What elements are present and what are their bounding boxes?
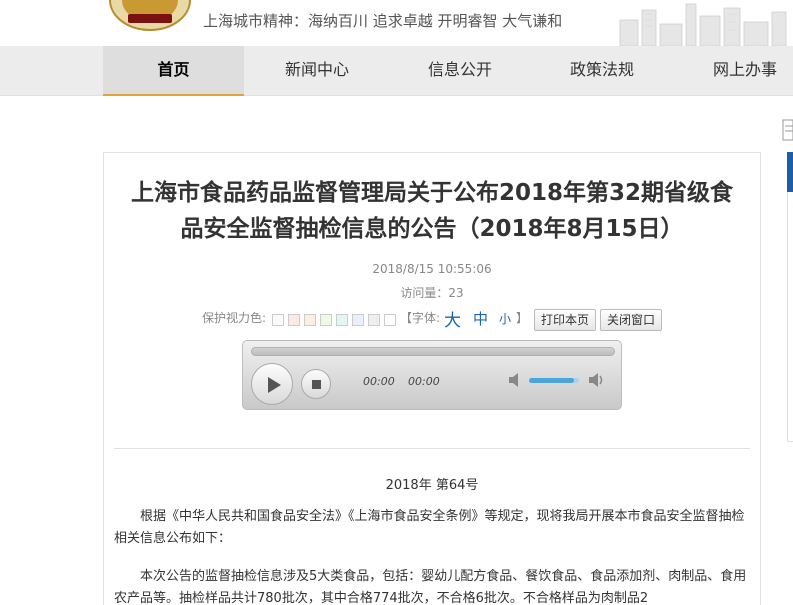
visit-count: 访问量：23 [400,286,464,300]
play-icon [268,377,281,393]
duration-time: 00:00 [408,375,440,388]
emblem-logo-icon [109,0,191,31]
eye-care-swatch[interactable] [368,314,380,326]
publish-datetime: 2018/8/15 10:55:06 [372,262,492,276]
close-window-button[interactable]: 关闭窗口 [600,309,663,331]
audio-player: 00:00 00:00 [242,340,622,410]
eye-care-swatch[interactable] [304,314,316,326]
eye-care-swatch[interactable] [320,314,332,326]
nav-info-disclosure[interactable]: 信息公开 [403,46,517,96]
side-widget-tab[interactable] [787,152,793,192]
eye-care-label: 保护视力色: [202,311,267,325]
body-paragraph: 根据《中华人民共和国食品安全法》《上海市食品安全条例》等规定，现将我局开展本市食… [114,509,745,546]
nav-policies-regulations[interactable]: 政策法规 [545,46,659,96]
site-header: 上海城市精神：海纳百川 追求卓越 开明睿智 大气谦和 [0,0,793,46]
current-time: 00:00 [363,375,395,388]
audio-progress-bar[interactable] [251,347,615,356]
font-size-medium[interactable]: 中 [473,308,488,329]
mute-icon[interactable] [507,372,525,388]
eye-care-swatch[interactable] [384,314,396,326]
article-panel: 上海市食品药品监督管理局关于公布2018年第32期省级食 品安全监督抽检信息的公… [103,152,761,605]
nav-news-center[interactable]: 新闻中心 [260,46,374,96]
stop-button[interactable] [301,369,331,399]
city-slogan: 上海城市精神：海纳百川 追求卓越 开明睿智 大气谦和 [203,12,563,30]
main-nav: 首页 新闻中心 信息公开 政策法规 网上办事 [0,46,793,96]
side-widget-frame [787,152,793,442]
side-panel-icon[interactable] [781,118,793,142]
volume-slider[interactable] [529,378,579,383]
volume-level [529,378,574,383]
volume-max-icon[interactable] [587,372,605,388]
stop-icon [312,380,321,389]
font-size-prefix: 【字体: [400,311,441,325]
eye-care-swatch[interactable] [288,314,300,326]
body-paragraph: 本次公告的监督抽检信息涉及5大类食品，包括：婴幼儿配方食品、餐饮食品、食品添加剂… [114,569,747,605]
play-button[interactable] [251,363,293,405]
article-title: 上海市食品药品监督管理局关于公布2018年第32期省级食 品安全监督抽检信息的公… [116,175,748,247]
skyline-decoration-icon [619,3,787,46]
print-page-button[interactable]: 打印本页 [534,309,597,331]
eye-care-swatch[interactable] [272,314,284,326]
font-size-suffix: 】 [516,311,529,325]
eye-care-swatch[interactable] [352,314,364,326]
article-title-line-1: 上海市食品药品监督管理局关于公布2018年第32期省级食 [130,180,734,206]
font-size-large[interactable]: 大 [444,306,461,331]
font-size-small[interactable]: 小 [499,310,511,327]
nav-home[interactable]: 首页 [103,46,244,96]
content-divider [114,448,750,449]
issue-number: 2018年 第64号 [385,478,479,493]
eye-care-swatch[interactable] [336,314,348,326]
nav-online-services[interactable]: 网上办事 [688,46,793,96]
article-title-line-2: 品安全监督抽检信息的公告（2018年8月15日） [180,216,684,242]
